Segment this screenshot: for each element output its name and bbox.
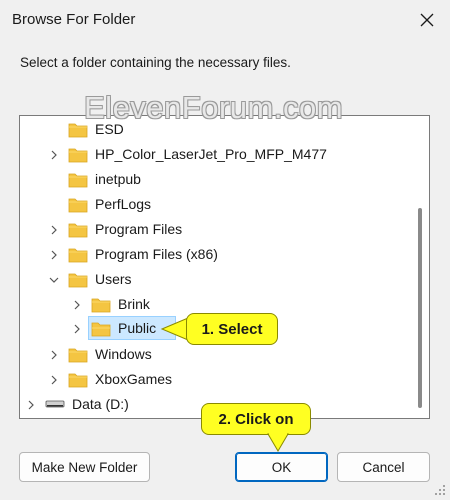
tree-item-windows[interactable]: Windows xyxy=(20,343,410,367)
folder-icon xyxy=(68,373,88,388)
callout-select: 1. Select xyxy=(186,313,278,345)
tree-item-xboxgames[interactable]: XboxGames xyxy=(20,368,410,392)
tree-item-label: HP_Color_LaserJet_Pro_MFP_M477 xyxy=(95,146,327,162)
window-title: Browse For Folder xyxy=(12,11,136,28)
folder-open-icon xyxy=(91,322,111,337)
ok-button[interactable]: OK xyxy=(235,452,328,482)
close-button[interactable] xyxy=(404,0,450,40)
tree-item-label: ESD xyxy=(95,121,124,137)
drive-icon xyxy=(45,400,65,408)
callout-click-on: 2. Click on xyxy=(201,403,311,435)
callout-pointer xyxy=(267,433,289,452)
tree-item-label: Brink xyxy=(118,296,150,312)
tree-item-program-files-x86[interactable]: Program Files (x86) xyxy=(20,243,410,267)
chevron-right-icon[interactable] xyxy=(48,249,60,261)
tree-scrollbar[interactable] xyxy=(411,116,429,418)
tree-item-label: Data (D:) xyxy=(72,396,129,412)
chevron-down-icon[interactable] xyxy=(48,274,60,286)
instruction-text: Select a folder containing the necessary… xyxy=(20,55,291,70)
chevron-right-icon[interactable] xyxy=(48,149,60,161)
folder-icon xyxy=(68,198,88,213)
tree-item-label: Program Files xyxy=(95,221,183,237)
tree-item-label: Public xyxy=(118,320,157,336)
close-icon xyxy=(420,13,434,27)
chevron-right-icon[interactable] xyxy=(48,374,60,386)
folder-icon xyxy=(68,223,88,238)
tree-item-label: XboxGames xyxy=(95,371,173,387)
tree-item-esd[interactable]: ESD xyxy=(20,118,410,142)
folder-icon xyxy=(68,248,88,263)
folder-icon xyxy=(68,123,88,138)
tree-item-program-files[interactable]: Program Files xyxy=(20,218,410,242)
folder-icon xyxy=(68,148,88,163)
tree-item-hp-color-laserjet[interactable]: HP_Color_LaserJet_Pro_MFP_M477 xyxy=(20,143,410,167)
cancel-button[interactable]: Cancel xyxy=(337,452,430,482)
tree-item-label: Windows xyxy=(95,346,152,362)
folder-icon xyxy=(68,173,88,188)
folder-icon xyxy=(68,273,88,288)
chevron-right-icon[interactable] xyxy=(48,349,60,361)
cancel-label: Cancel xyxy=(362,459,405,475)
make-new-folder-label: Make New Folder xyxy=(31,459,138,475)
chevron-right-icon[interactable] xyxy=(25,399,37,411)
tree-item-label: Users xyxy=(95,271,132,287)
folder-icon xyxy=(91,298,111,313)
title-bar: Browse For Folder xyxy=(0,0,450,40)
make-new-folder-button[interactable]: Make New Folder xyxy=(19,452,150,482)
scrollbar-thumb[interactable] xyxy=(418,208,422,408)
browse-for-folder-dialog: Browse For Folder Select a folder contai… xyxy=(0,0,450,500)
tree-item-inetpub[interactable]: inetpub xyxy=(20,168,410,192)
tree-item-label: Program Files (x86) xyxy=(95,246,218,262)
tree-item-users[interactable]: Users xyxy=(20,268,410,292)
chevron-right-icon[interactable] xyxy=(71,299,83,311)
chevron-right-icon[interactable] xyxy=(71,323,83,335)
folder-tree[interactable]: ESD HP_Color_LaserJet_Pro_MFP_M477 inetp… xyxy=(19,115,430,419)
folder-icon xyxy=(68,348,88,363)
tree-item-perflogs[interactable]: PerfLogs xyxy=(20,193,410,217)
ok-label: OK xyxy=(271,459,292,475)
resize-grip-icon[interactable] xyxy=(434,484,446,496)
tree-item-label: PerfLogs xyxy=(95,196,152,212)
chevron-right-icon[interactable] xyxy=(48,224,60,236)
tree-item-label: inetpub xyxy=(95,171,141,187)
